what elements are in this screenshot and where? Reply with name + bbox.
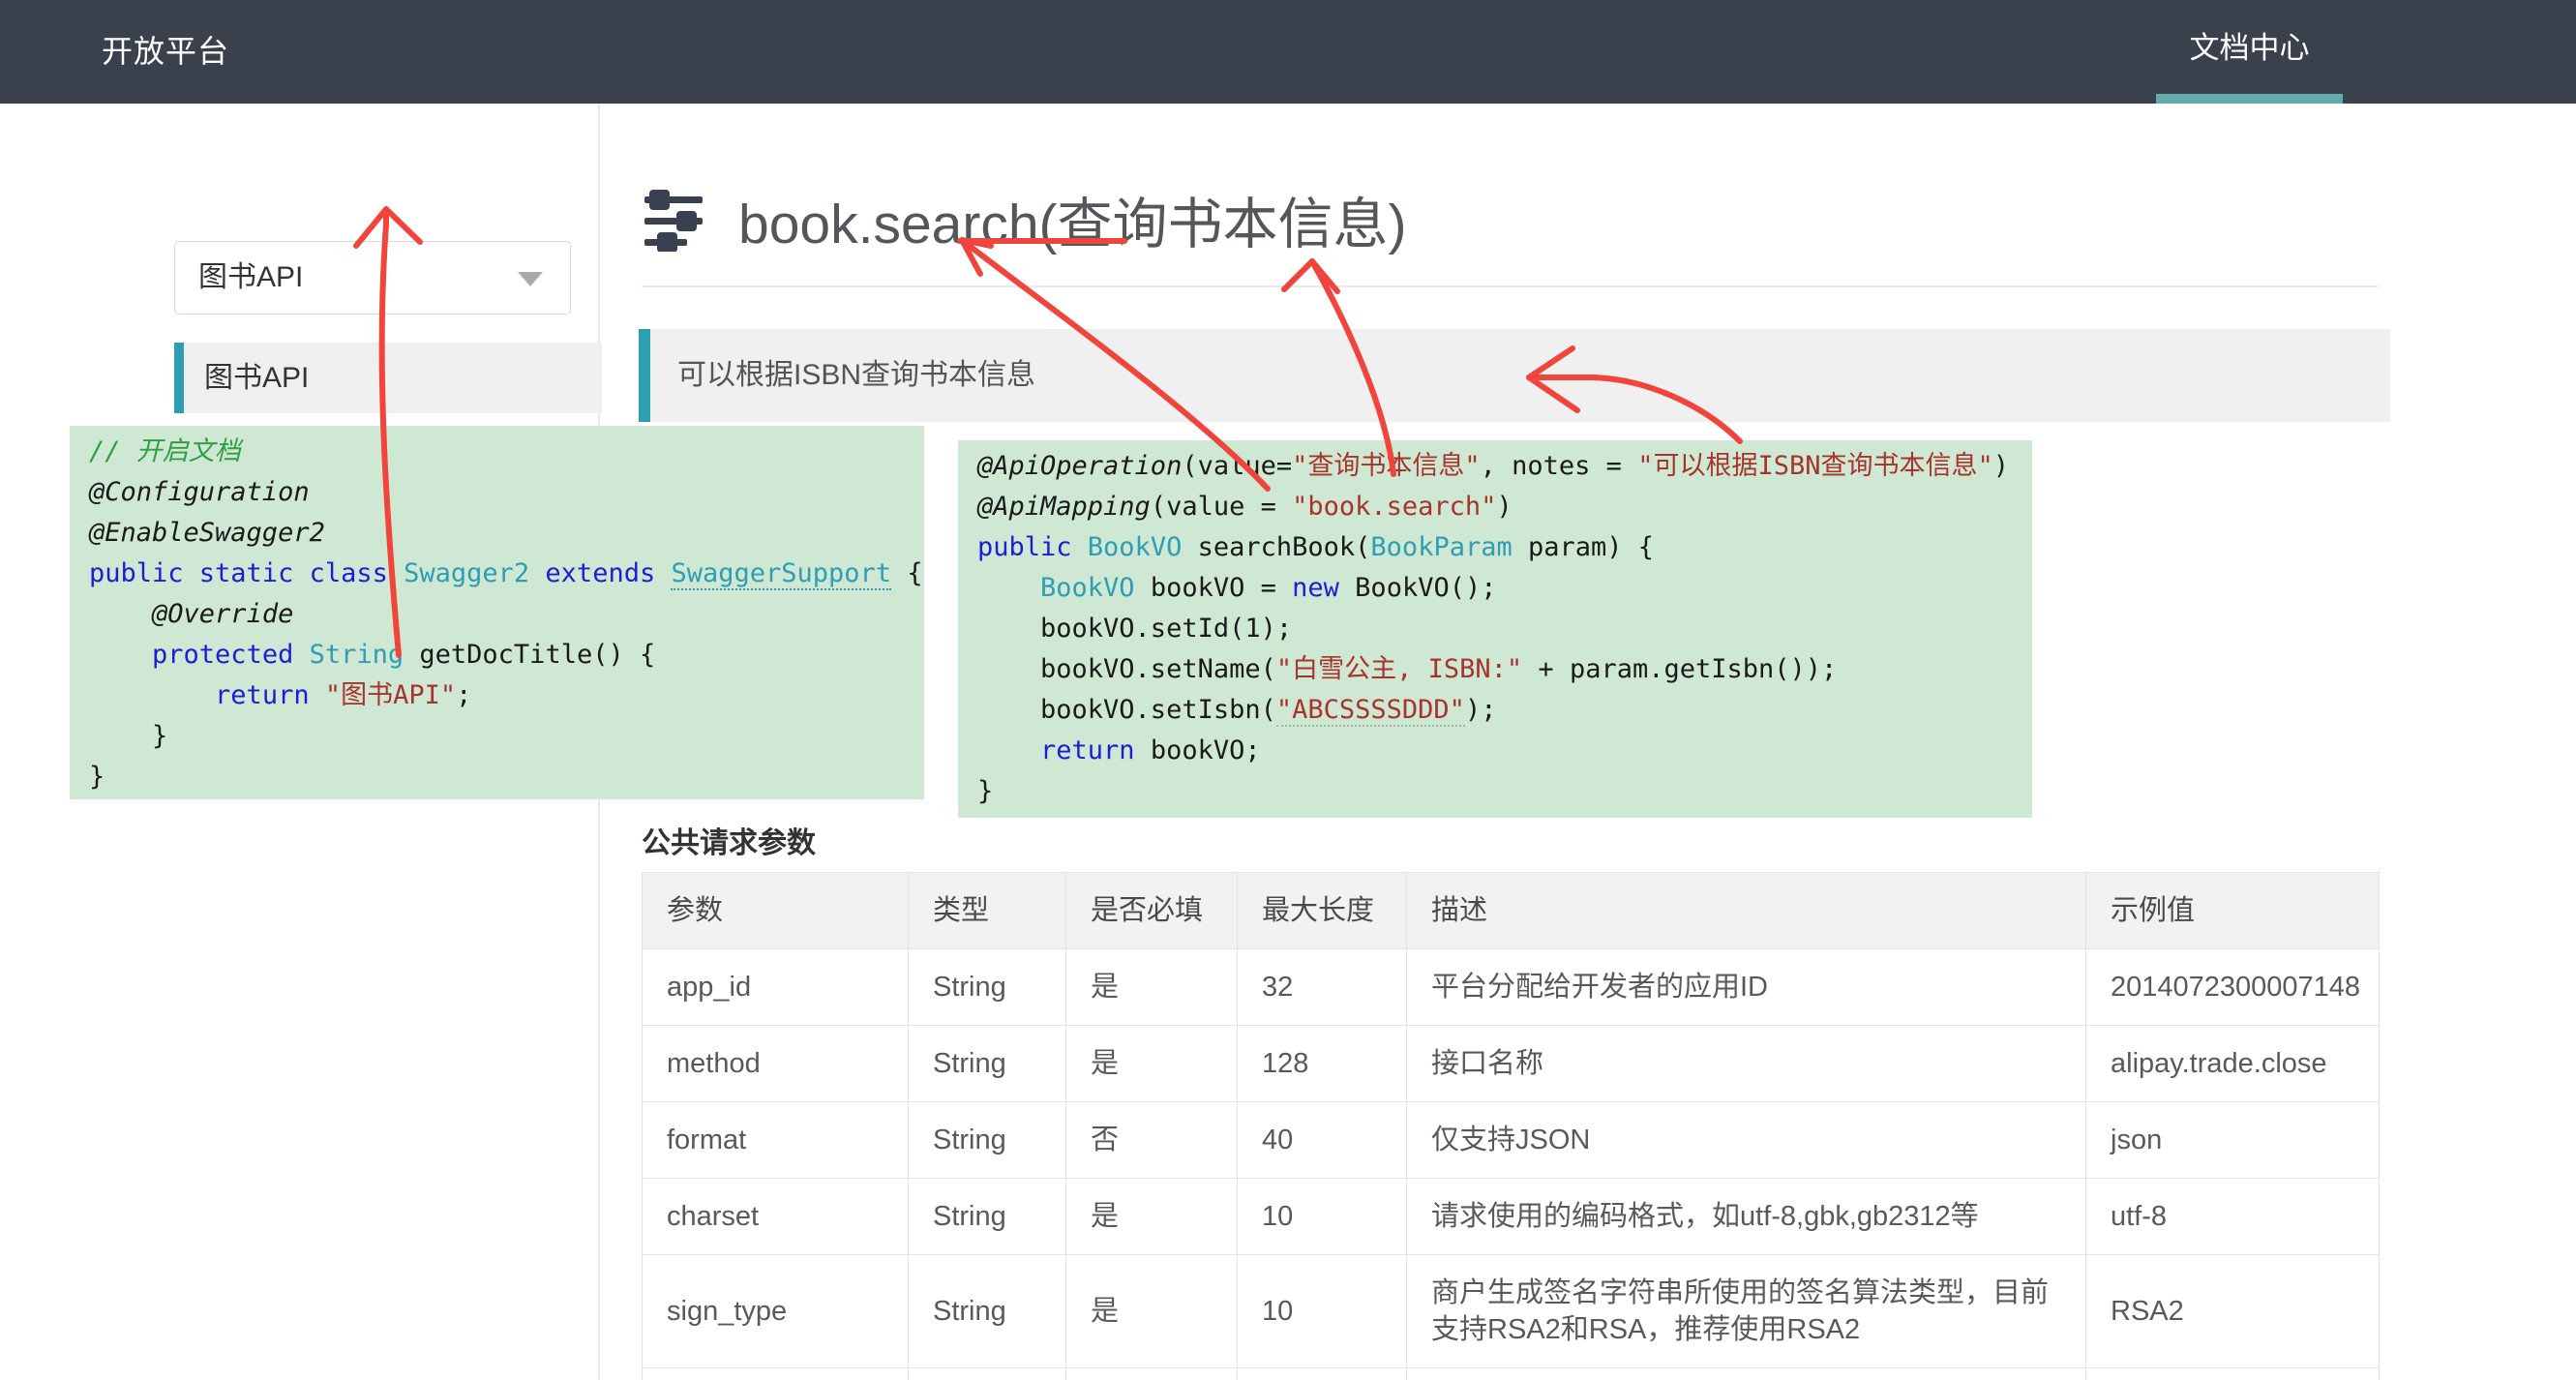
code-line: public BookVO searchBook(BookParam param… [977,527,2013,568]
api-select-value: 图书API [198,242,303,314]
code-line: bookVO.setId(1); [977,609,2013,649]
code-line: @ApiMapping(value = "book.search") [977,487,2013,527]
table-cell: 仅支持JSON [1407,1102,2086,1179]
table-cell: String [909,949,1066,1026]
api-description-callout: 可以根据ISBN查询书本信息 [639,329,2390,422]
code-line: @Configuration [89,472,905,513]
table-row: app_idString是32平台分配给开发者的应用ID201407230000… [643,949,2380,1026]
api-description-text: 可以根据ISBN查询书本信息 [677,329,1035,422]
code-line: } [89,716,905,757]
code-line: BookVO bookVO = new BookVO(); [977,568,2013,609]
active-item-indicator [174,343,184,413]
table-cell: alipay.trade.close [2086,1026,2380,1102]
table-cell [909,1368,1066,1380]
table-cell: String [909,1102,1066,1179]
table-cell: 40 [1238,1102,1407,1179]
code-line: } [977,771,2013,812]
table-cell: sign_type [643,1255,909,1368]
code-line: bookVO.setName("白雪公主, ISBN:" + param.get… [977,649,2013,690]
code-line: // 开启文档 [89,432,905,472]
table-cell: json [2086,1102,2380,1179]
chevron-down-icon [518,272,543,286]
code-line: protected String getDocTitle() { [89,635,905,675]
table-cell: 否 [1066,1102,1238,1179]
table-header-row: 参数类型是否必填最大长度描述示例值 [643,873,2380,949]
table-cell: 是 [1066,1255,1238,1368]
table-cell: 接口名称 [1407,1026,2086,1102]
table-cell: String [909,1026,1066,1102]
code-line: } [89,757,905,797]
sliders-icon [644,190,704,252]
table-cell: app_id [643,949,909,1026]
code-line: @ApiOperation(value="查询书本信息", notes = "可… [977,446,2013,487]
code-line: public static class Swagger2 extends Swa… [89,554,905,594]
code-line: @EnableSwagger2 [89,513,905,554]
table-cell: 商户生成签名字符串所使用的签名算法类型，目前支持RSA2和RSA，推荐使用RSA… [1407,1255,2086,1368]
table-row: formatString否40仅支持JSONjson [643,1102,2380,1179]
table-cell: RSA2 [2086,1255,2380,1368]
table-cell [1066,1368,1238,1380]
table-cell: 请求使用的编码格式，如utf-8,gbk,gb2312等 [1407,1179,2086,1255]
section-heading-common-request-params: 公共请求参数 [642,819,816,861]
code-line: @Override [89,594,905,635]
table-header-cell: 参数 [643,873,909,949]
tab-docs-center[interactable]: 文档中心 [2156,0,2343,104]
table-cell: 是 [1066,1179,1238,1255]
table-cell [1407,1368,2086,1380]
table-cell: format [643,1102,909,1179]
title-divider [642,285,2379,287]
table-cell: 平台分配给开发者的应用ID [1407,949,2086,1026]
table-cell: String [909,1179,1066,1255]
table-cell [643,1368,909,1380]
top-navbar: 开放平台 文档中心 [0,0,2576,104]
table-cell: charset [643,1179,909,1255]
table-row: charsetString是10请求使用的编码格式，如utf-8,gbk,gb2… [643,1179,2380,1255]
table-cell [1238,1368,1407,1380]
table-cell: 2014072300007148 [2086,949,2380,1026]
table-header-cell: 示例值 [2086,873,2380,949]
table-cell: utf-8 [2086,1179,2380,1255]
table-cell: 是 [1066,949,1238,1026]
table-cell: String [909,1255,1066,1368]
code-block-swagger-config: // 开启文档@Configuration@EnableSwagger2publ… [70,426,924,799]
table-cell: 是 [1066,1026,1238,1102]
table-cell: 128 [1238,1026,1407,1102]
active-tab-indicator [2156,94,2343,104]
table-row: methodString是128接口名称alipay.trade.close [643,1026,2380,1102]
table-cell: 10 [1238,1179,1407,1255]
table-row: sign_typeString是10商户生成签名字符串所使用的签名算法类型，目前… [643,1255,2380,1368]
code-block-api-operation: @ApiOperation(value="查询书本信息", notes = "可… [958,440,2032,818]
table-cell: method [643,1026,909,1102]
api-select-dropdown[interactable]: 图书API [174,241,571,315]
code-line: bookVO.setIsbn("ABCSSSSDDD"); [977,690,2013,731]
page-title: book.search(查询书本信息) [738,180,1406,259]
table-header-cell: 最大长度 [1238,873,1407,949]
table-cell: 32 [1238,949,1407,1026]
params-table: 参数类型是否必填最大长度描述示例值 app_idString是32平台分配给开发… [642,872,2380,1380]
sidebar-item-book-api[interactable]: 图书API [174,343,602,413]
table-header-cell: 类型 [909,873,1066,949]
table-row-partial [643,1368,2380,1380]
table-header-cell: 是否必填 [1066,873,1238,949]
sidebar-item-label: 图书API [204,343,309,413]
table-cell [2086,1368,2380,1380]
tab-docs-center-label: 文档中心 [2156,0,2343,97]
table-header-cell: 描述 [1407,873,2086,949]
table-cell: 10 [1238,1255,1407,1368]
code-line: return "图书API"; [89,675,905,716]
code-line: return bookVO; [977,731,2013,771]
brand-title[interactable]: 开放平台 [102,0,229,104]
